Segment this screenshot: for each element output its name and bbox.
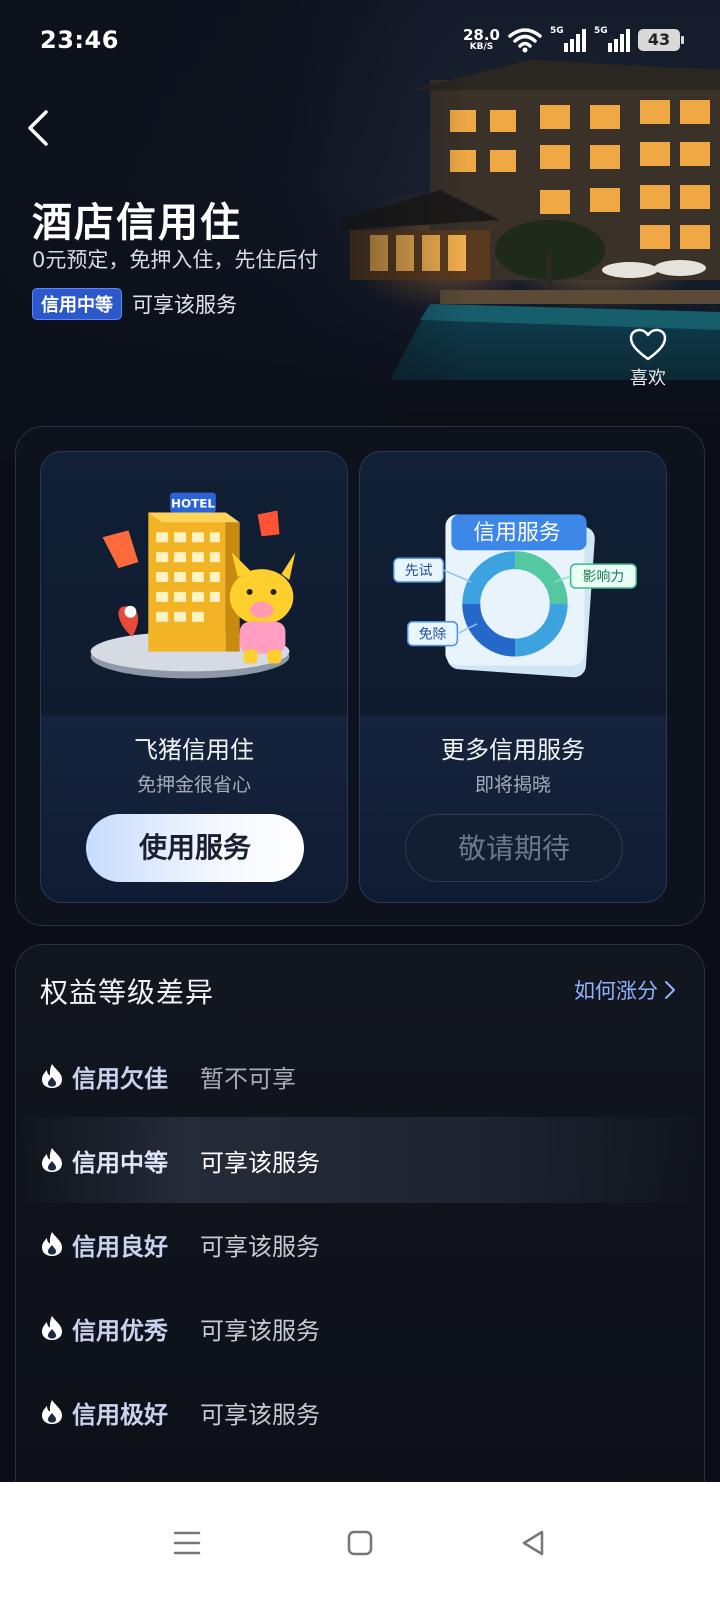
flame-icon <box>42 1148 62 1172</box>
network-speed-value: 28.0 <box>462 26 500 44</box>
wifi-icon <box>508 28 542 53</box>
page-title: 酒店信用住 <box>32 200 242 246</box>
credit-tag-exempt: 免除 <box>419 627 447 643</box>
flame-icon <box>42 1316 62 1340</box>
service-card-title: 飞猪信用住 <box>134 736 254 764</box>
credit-service-header: 信用服务 <box>473 520 560 545</box>
tier-name: 信用中等 <box>72 1148 168 1177</box>
tier-status: 可享该服务 <box>200 1232 320 1261</box>
service-card-title: 更多信用服务 <box>441 736 585 764</box>
status-time: 23:46 <box>40 26 119 54</box>
chevron-left-icon <box>28 110 48 146</box>
credit-level-badge: 信用中等 <box>32 288 122 320</box>
nav-back-button[interactable] <box>503 1513 563 1573</box>
nav-home-button[interactable] <box>330 1513 390 1573</box>
sim1-network-label: 5G <box>550 26 564 36</box>
network-speed-unit: KB/S <box>469 42 494 52</box>
system-navigation-bar <box>0 1482 720 1604</box>
heart-icon <box>629 328 667 361</box>
tier-row-current: 信用中等 可享该服务 <box>16 1117 704 1203</box>
like-label: 喜欢 <box>630 368 666 389</box>
page-subtitle: 0元预定，免押入住，先住后付 <box>32 248 319 272</box>
service-panel: HOTEL 飞猪信用住 免押金很省心 使用服务 信用服务 先试 影响力 免除 更… <box>15 426 705 926</box>
tier-name: 信用优秀 <box>72 1316 168 1345</box>
nav-menu-button[interactable] <box>157 1513 217 1573</box>
coming-soon-button: 敬请期待 <box>405 814 623 882</box>
service-card-desc: 即将揭晓 <box>474 774 551 796</box>
signal-strength-icon: 5G <box>550 26 586 52</box>
service-card-hotel: HOTEL 飞猪信用住 免押金很省心 使用服务 <box>40 451 348 903</box>
tier-row: 信用欠佳 暂不可享 <box>16 1033 704 1119</box>
hotel-sign-text: HOTEL <box>171 496 215 510</box>
flame-icon <box>42 1064 62 1088</box>
network-speed: 28.0 KB/S <box>463 28 500 52</box>
menu-icon <box>173 1531 200 1555</box>
tier-status: 暂不可享 <box>200 1064 296 1093</box>
tier-name: 信用良好 <box>72 1232 168 1261</box>
sim2-network-label: 5G <box>594 26 608 36</box>
home-square-icon <box>347 1530 373 1556</box>
back-triangle-icon <box>523 1530 544 1556</box>
credit-tag-try: 先试 <box>405 563 433 579</box>
signal-strength-icon-2: 5G <box>594 26 630 52</box>
service-card-more: 信用服务 先试 影响力 免除 更多信用服务 即将揭晓 敬请期待 <box>359 451 667 903</box>
tier-status: 可享该服务 <box>200 1148 320 1177</box>
how-to-raise-score-label: 如何涨分 <box>574 979 658 1003</box>
benefits-title: 权益等级差异 <box>40 976 215 1009</box>
back-button[interactable] <box>22 104 62 152</box>
status-icons: 28.0 KB/S 5G 5G 43 <box>463 26 684 53</box>
tier-status: 可享该服务 <box>200 1316 320 1345</box>
tier-name: 信用极好 <box>72 1400 168 1429</box>
tier-status: 可享该服务 <box>200 1400 320 1429</box>
chevron-right-icon <box>665 981 675 999</box>
battery-icon: 43 <box>638 29 684 51</box>
benefits-panel: 权益等级差异 如何涨分 信用欠佳 暂不可享 信用中等 可享该服务 信用良好 可享… <box>15 944 705 1504</box>
credit-level-row: 信用中等 可享该服务 <box>32 288 237 320</box>
hotel-mascot-illustration: HOTEL <box>90 492 296 679</box>
how-to-raise-score-link[interactable]: 如何涨分 <box>574 975 676 1005</box>
credit-service-illustration: 信用服务 先试 影响力 免除 <box>393 514 637 678</box>
tier-row: 信用良好 可享该服务 <box>16 1201 704 1287</box>
like-button[interactable]: 喜欢 <box>618 328 678 390</box>
flame-icon <box>42 1400 62 1424</box>
service-card-desc: 免押金很省心 <box>136 774 251 796</box>
credit-tag-influence: 影响力 <box>583 569 625 585</box>
credit-level-text: 可享该服务 <box>132 293 237 317</box>
tier-row: 信用极好 可享该服务 <box>16 1369 704 1455</box>
flame-icon <box>42 1232 62 1256</box>
tier-name: 信用欠佳 <box>72 1064 168 1093</box>
status-bar: 23:46 28.0 KB/S 5G 5G 43 <box>0 0 720 80</box>
use-service-button[interactable]: 使用服务 <box>86 814 304 882</box>
tier-row: 信用优秀 可享该服务 <box>16 1285 704 1371</box>
